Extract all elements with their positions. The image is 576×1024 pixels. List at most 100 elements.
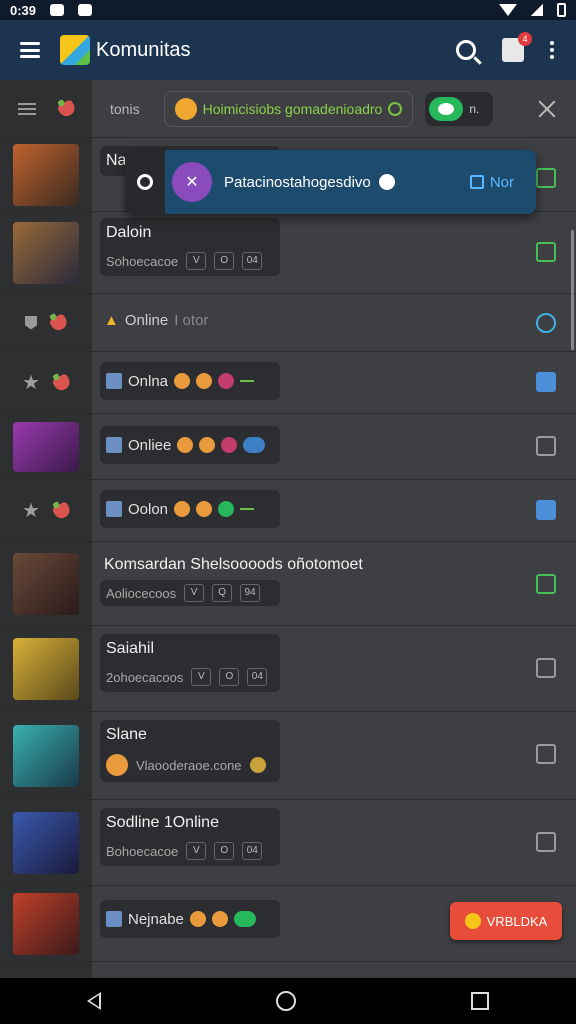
list-item[interactable]: Daloin Sohoecacoe V O 04	[0, 212, 576, 294]
recent-apps-icon[interactable]	[470, 992, 489, 1010]
popup-action-button[interactable]: Nor	[469, 173, 514, 191]
list-item[interactable]: Saiahil 2ohoecacoos V O 04	[0, 626, 576, 712]
toggle-label: n.	[469, 101, 480, 116]
count-button[interactable]: 04	[247, 668, 268, 686]
emoji-icon	[189, 911, 206, 927]
emoji-icon	[196, 373, 213, 389]
community-list: Nar Daloin Sohoecacoe V O 04 ▲ Online I …	[0, 138, 576, 962]
status-dash	[240, 508, 255, 510]
signal-icon	[531, 4, 543, 16]
emoji-icon	[174, 373, 191, 389]
fab-label: VRBLDKA	[486, 913, 548, 929]
popup-settings[interactable]	[125, 150, 165, 214]
app-logo	[60, 35, 90, 65]
list-item-subtitle: Vlaooderaoe.cone	[136, 757, 242, 773]
emoji-icon	[174, 501, 191, 517]
vote-button[interactable]: V	[186, 842, 207, 860]
search-icon[interactable]	[456, 40, 476, 60]
status-dash	[240, 380, 255, 382]
emoji-icon	[221, 437, 238, 453]
floating-action-button[interactable]: VRBLDKA	[450, 902, 562, 940]
info-icon[interactable]	[536, 313, 556, 333]
online-button[interactable]: O	[214, 252, 235, 270]
list-item[interactable]: Onliee	[0, 414, 576, 480]
check-icon[interactable]	[536, 500, 556, 520]
home-icon[interactable]	[536, 574, 556, 594]
popup-action-label: Nor	[489, 173, 514, 191]
vote-button[interactable]: V	[191, 668, 212, 686]
gear-icon[interactable]	[137, 174, 153, 190]
list-item[interactable]: ★ Onlna	[0, 352, 576, 414]
toggle-switch[interactable]	[429, 96, 464, 121]
popup-message: Patacinostahogesdivo	[224, 173, 371, 191]
list-item-card: Slane Vlaooderaoe.cone	[100, 720, 280, 782]
game-thumbnail[interactable]	[13, 221, 79, 284]
game-thumbnail[interactable]	[13, 637, 79, 700]
app-bar: Komunitas 4	[0, 20, 576, 80]
home-icon[interactable]	[536, 242, 556, 262]
list-item[interactable]: Slane Vlaooderaoe.cone	[0, 712, 576, 800]
lock-icon[interactable]	[536, 658, 556, 678]
system-nav-bar	[0, 978, 576, 1024]
list-item-card: Sodline 1Online Bohoecacoe V O 04	[100, 808, 280, 866]
star-icon[interactable]: ★	[22, 370, 40, 395]
count-button[interactable]: 04	[242, 842, 263, 860]
emoji-icon	[211, 911, 228, 927]
game-thumbnail[interactable]	[13, 811, 79, 874]
mail-icon[interactable]	[536, 372, 556, 392]
menu-icon[interactable]	[20, 42, 40, 58]
vote-button[interactable]: V	[184, 584, 205, 602]
scrollbar[interactable]	[571, 230, 574, 350]
filter-chip[interactable]: Hoimicisiobs gomadenioadro	[163, 90, 414, 127]
gem-icon	[51, 500, 73, 521]
count-button[interactable]: 94	[240, 584, 261, 602]
home-icon[interactable]	[536, 168, 556, 188]
list-item-subtitle: Sohoecacoe	[106, 253, 179, 269]
list-item-subtitle: 2ohoecacoos	[106, 669, 184, 685]
list-item[interactable]: Komsardan Shelsoooods oñotomoet Aoliocec…	[0, 542, 576, 626]
pin-icon[interactable]	[25, 315, 37, 330]
coin-icon	[106, 754, 128, 776]
online-button[interactable]: O	[214, 842, 235, 860]
list-item-title: Slane	[106, 726, 147, 743]
list-item[interactable]: Sodline 1Online Bohoecacoe V O 04	[0, 800, 576, 886]
game-thumbnail[interactable]	[13, 892, 79, 955]
filter-chip-label: Hoimicisiobs gomadenioadro	[202, 100, 383, 117]
emoji-icon	[378, 174, 395, 190]
emoji-icon	[196, 501, 213, 517]
gem-icon	[51, 372, 73, 393]
list-item-subtitle: Bohoecacoe	[106, 843, 179, 859]
game-thumbnail[interactable]	[13, 143, 79, 206]
game-thumbnail[interactable]	[13, 552, 79, 615]
status-bar: 0:39	[0, 0, 576, 20]
list-icon[interactable]	[17, 102, 36, 115]
more-options-icon[interactable]	[550, 41, 554, 59]
list-item-subtitle: I otor	[174, 312, 209, 329]
chat-icon	[233, 911, 256, 927]
close-icon[interactable]	[538, 100, 556, 118]
star-icon[interactable]: ★	[22, 498, 40, 523]
emoji-icon	[177, 437, 194, 453]
toggle-chip[interactable]: n.	[425, 91, 494, 126]
list-item[interactable]: ▲ Online I otor	[0, 294, 576, 352]
list-item[interactable]: ★ Oolon	[0, 480, 576, 542]
open-icon	[469, 175, 484, 189]
home-button-icon[interactable]	[275, 991, 296, 1011]
notification-popup[interactable]: ✕ Patacinostahogesdivo Nor	[125, 150, 536, 214]
lock-icon[interactable]	[536, 744, 556, 764]
count-button[interactable]: 04	[242, 252, 263, 270]
game-thumbnail[interactable]	[13, 724, 79, 787]
chat-icon	[243, 437, 266, 453]
online-button[interactable]: Q	[212, 584, 233, 602]
check-box-icon[interactable]	[536, 436, 556, 456]
game-thumbnail[interactable]	[13, 421, 79, 472]
list-item-title: Saiahil	[106, 640, 155, 657]
emoji-icon	[218, 501, 235, 517]
online-button[interactable]: O	[219, 668, 240, 686]
back-icon[interactable]	[87, 992, 102, 1010]
list-item-title: Komsardan Shelsoooods oñotomoet	[104, 556, 363, 573]
list-item-title: Nejnabe	[128, 910, 184, 928]
lock-icon[interactable]	[536, 832, 556, 852]
vote-button[interactable]: V	[186, 252, 207, 270]
notification-icon[interactable]: 4	[502, 32, 532, 62]
